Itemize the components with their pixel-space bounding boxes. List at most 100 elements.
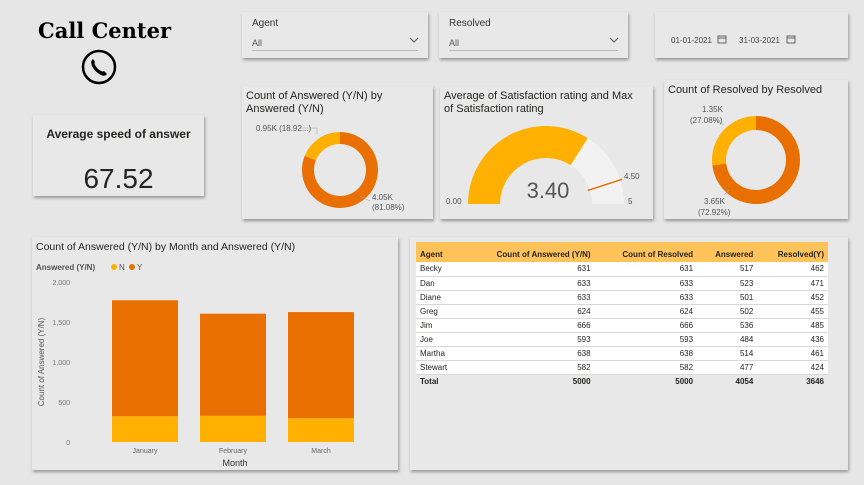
table-cell: 462	[757, 262, 828, 277]
monthly-bar-chart: Answered (Y/N) N Y 0 500 1,000 1,500 2,000 Ja…	[36, 263, 354, 468]
resolved-donut-chart: 1.35K (27.08%) 3.65K (72.92%)	[690, 105, 800, 217]
table-row[interactable]: Martha 638 638 514 461	[416, 346, 828, 361]
table-cell: Becky	[416, 262, 462, 277]
table-cell: 638	[461, 346, 595, 361]
answered-donut-label-y-value: 4.05K	[372, 193, 394, 202]
table-cell: 633	[594, 276, 698, 291]
table-cell: 666	[594, 318, 698, 333]
table-cell: Joe	[416, 332, 462, 347]
table-cell: 631	[594, 262, 698, 277]
table-cell: 633	[594, 290, 698, 305]
table-cell: 484	[697, 332, 758, 347]
bar-march-n[interactable]	[288, 418, 354, 442]
agent-slicer[interactable]: Agent All	[242, 12, 428, 58]
y-tick-label: 0	[66, 440, 70, 447]
legend-marker-n[interactable]	[111, 264, 117, 270]
table-header-cell[interactable]: Agent	[416, 242, 462, 262]
answered-donut-chart: 0.95K (18.92...) 4.05K (81.08%)	[256, 124, 405, 212]
gauge-min: 0.00	[446, 197, 462, 206]
table-cell: 633	[461, 276, 595, 291]
resolved-donut-card: Count of Resolved by Resolved 1.35K (27.…	[664, 80, 848, 219]
agent-table-card: Agent Count of Answered (Y/N) Count of Res…	[410, 237, 848, 470]
date-slicer[interactable]: 01-01-2021 31-03-2021	[655, 12, 848, 58]
table-cell: Diane	[416, 290, 462, 305]
date-end[interactable]: 31-03-2021	[739, 36, 780, 45]
table-cell: 471	[757, 276, 828, 291]
table-cell: 501	[697, 290, 758, 305]
date-start[interactable]: 01-01-2021	[671, 36, 712, 45]
table-cell: 582	[594, 360, 698, 375]
y-tick-label: 1,000	[52, 360, 70, 367]
table-cell: 666	[461, 318, 595, 333]
table-total-row: Total 5000 5000 4054 3646	[416, 373, 828, 388]
legend-title: Answered (Y/N)	[36, 263, 95, 272]
table-cell: 593	[594, 332, 698, 347]
table-row[interactable]: Dan 633 633 523 471	[416, 276, 828, 291]
table-row[interactable]: Joe 593 593 484 436	[416, 332, 828, 347]
table-cell: 624	[461, 304, 595, 319]
resolved-donut-label-y-pct: (72.92%)	[698, 208, 731, 217]
table-cell: 436	[757, 332, 828, 347]
chevron-down-icon[interactable]	[608, 34, 620, 46]
table-cell: Dan	[416, 276, 462, 291]
table-header-cell[interactable]: Resolved(Y)	[757, 242, 828, 262]
answered-donut-slice-n[interactable]	[304, 132, 340, 161]
bar-february-y[interactable]	[200, 313, 266, 416]
y-tick-label: 2,000	[52, 280, 70, 287]
table-row[interactable]: Greg 624 624 502 455	[416, 304, 828, 319]
table-row[interactable]: Stewart 582 582 477 424	[416, 360, 828, 375]
table-cell: 455	[757, 304, 828, 319]
table-row[interactable]: Becky 631 631 517 462	[416, 262, 828, 277]
table-cell: 477	[697, 360, 758, 375]
monthly-bar-card: Count of Answered (Y/N) by Month and Ans…	[32, 237, 398, 470]
answered-donut-label-n: 0.95K (18.92...)	[256, 124, 311, 133]
table-cell: 638	[594, 346, 698, 361]
answered-donut-label-y-pct: (81.08%)	[372, 203, 405, 212]
resolved-slicer-value: All	[449, 38, 460, 48]
y-tick-label: 1,500	[52, 320, 70, 327]
satisfaction-gauge-chart: 3.40 0.00 5 4.50	[446, 126, 640, 206]
table-cell: 452	[757, 290, 828, 305]
resolved-donut-label-y-value: 3.65K	[704, 197, 726, 206]
table-cell: 631	[461, 262, 595, 277]
legend-marker-y[interactable]	[129, 264, 135, 270]
bar-march-y[interactable]	[288, 312, 354, 419]
resolved-slicer-label: Resolved	[449, 18, 491, 29]
gauge-value: 3.40	[527, 178, 570, 203]
calendar-icon[interactable]	[786, 34, 796, 44]
kpi-title: Average speed of answer	[46, 127, 191, 141]
table-cell: 536	[697, 318, 758, 333]
table-total-cell: 4054	[697, 373, 758, 388]
table-cell: 514	[697, 346, 758, 361]
table-row[interactable]: Jim 666 666 536 485	[416, 318, 828, 333]
table-header-cell[interactable]: Count of Resolved	[594, 242, 698, 262]
y-axis-label: Count of Answered (Y/N)	[37, 317, 46, 406]
table-total-cell: Total	[416, 373, 462, 388]
legend-label-n[interactable]: N	[119, 263, 125, 272]
resolved-slicer[interactable]: Resolved All	[439, 12, 628, 58]
bar-february-n[interactable]	[200, 415, 266, 442]
answered-donut-card: Count of Answered (Y/N) by Answered (Y/N…	[242, 86, 433, 219]
table-cell: Jim	[416, 318, 462, 333]
x-tick-label: January	[133, 448, 158, 455]
gauge-target-label: 4.50	[624, 172, 640, 181]
calendar-icon[interactable]	[717, 34, 727, 44]
table-total-cell: 5000	[461, 373, 595, 388]
chevron-down-icon[interactable]	[408, 34, 420, 46]
y-tick-label: 500	[58, 400, 70, 407]
resolved-donut-label-n-pct: (27.08%)	[690, 116, 723, 125]
gauge-max: 5	[628, 197, 633, 206]
table-cell: Martha	[416, 346, 462, 361]
bar-january-n[interactable]	[112, 416, 178, 442]
phone-icon	[81, 49, 117, 85]
table-row[interactable]: Diane 633 633 501 452	[416, 290, 828, 305]
table-cell: 593	[461, 332, 595, 347]
table-header-cell[interactable]: Answered	[697, 242, 758, 262]
bar-january-y[interactable]	[112, 300, 178, 417]
table-cell: 502	[697, 304, 758, 319]
table-total-cell: 5000	[594, 373, 698, 388]
table-header-cell[interactable]: Count of Answered (Y/N)	[461, 242, 595, 262]
table-cell: 624	[594, 304, 698, 319]
kpi-card: Average speed of answer 67.52	[33, 115, 204, 196]
legend-label-y[interactable]: Y	[137, 263, 143, 272]
